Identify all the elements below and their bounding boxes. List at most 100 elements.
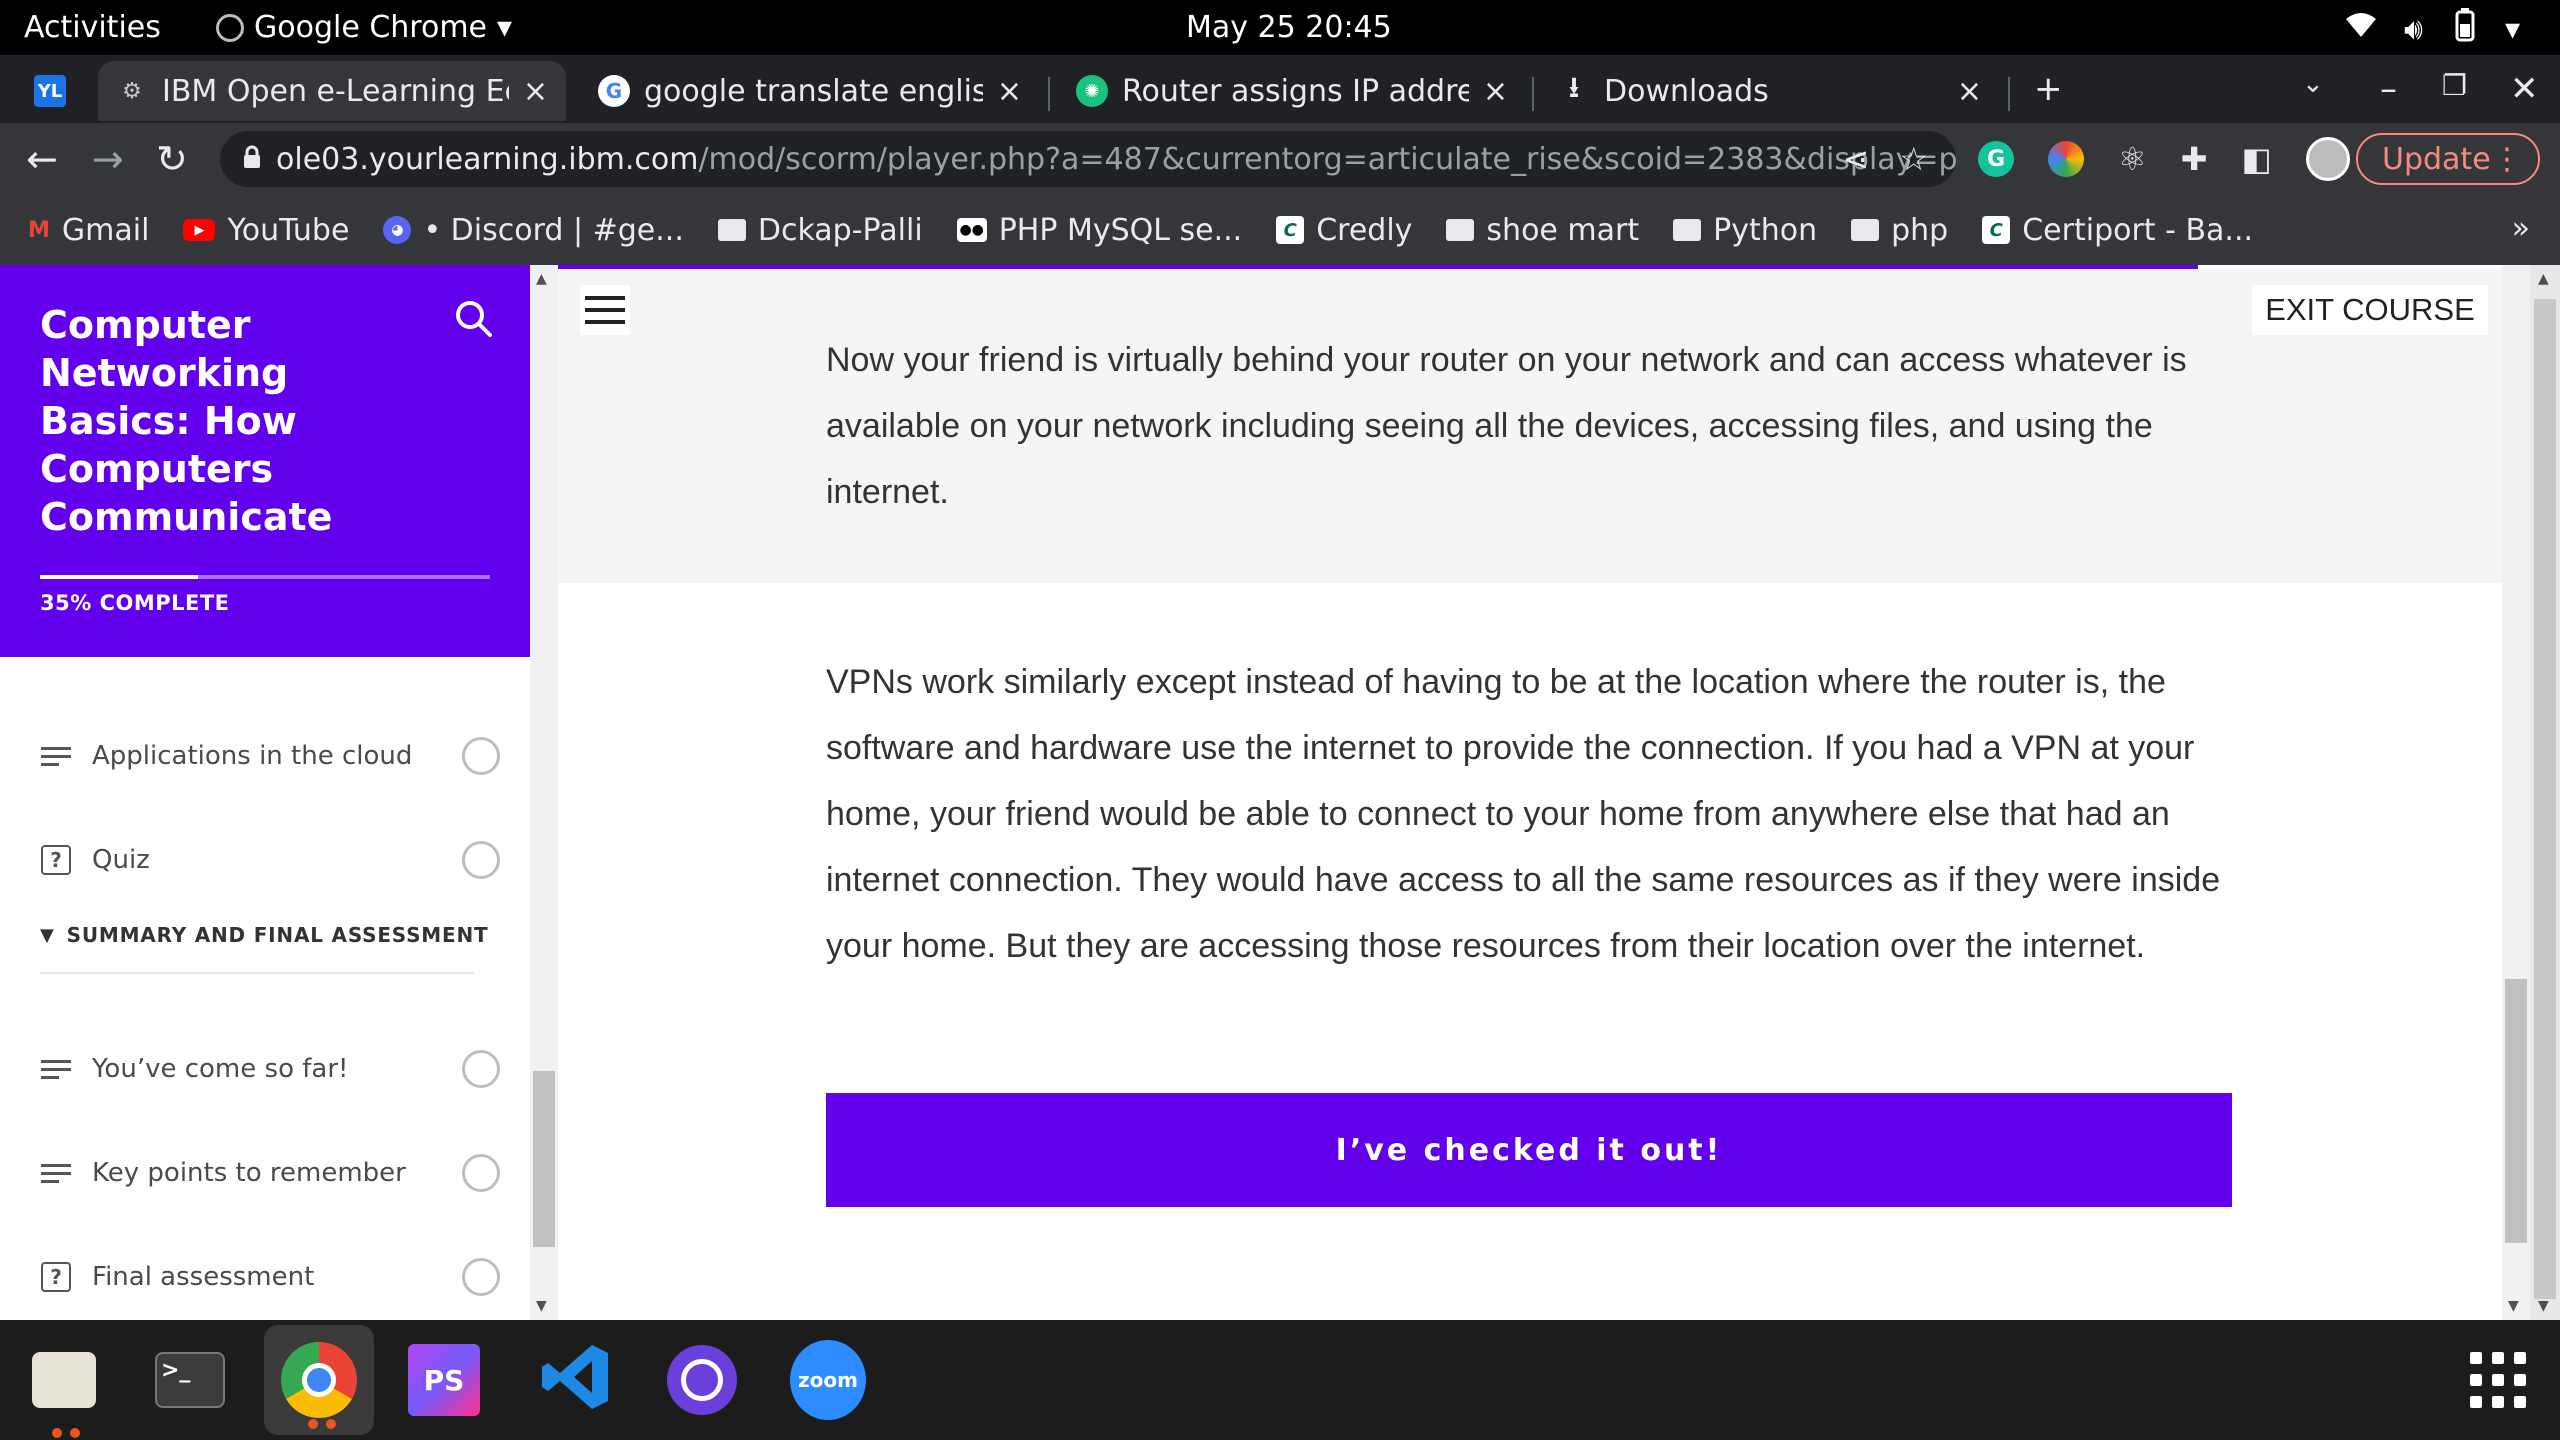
color-picker-extension-icon[interactable] (2048, 141, 2084, 177)
bookmark-discord[interactable]: ◕ • Discord | #ge... (383, 213, 684, 248)
close-icon[interactable]: × (1957, 74, 1982, 109)
lesson-status-circle (462, 1154, 500, 1192)
folder-icon (717, 219, 746, 241)
lesson-paragraph: VPNs work similarly except instead of ha… (826, 663, 2221, 965)
grammarly-icon[interactable]: G (1978, 141, 2014, 177)
share-icon[interactable]: ⋖ (1843, 140, 1870, 178)
scroll-down-arrow-icon[interactable]: ▼ (536, 1298, 547, 1314)
restore-button[interactable]: ❐ (2442, 69, 2467, 102)
phpstorm-icon: PS (408, 1344, 480, 1416)
close-icon[interactable]: × (523, 74, 548, 109)
search-icon[interactable] (452, 297, 496, 341)
close-icon[interactable]: × (997, 74, 1022, 109)
continue-button[interactable]: I’ve checked it out! (826, 1093, 2232, 1207)
lesson-label: Applications in the cloud (92, 741, 413, 771)
openai-icon: ✺ (1076, 75, 1108, 107)
update-button[interactable]: Update ⋮ (2356, 133, 2540, 185)
lesson-applications-in-the-cloud[interactable]: Applications in the cloud (40, 731, 500, 781)
clock[interactable]: May 25 20:45 (1186, 10, 1392, 45)
side-panel-icon[interactable]: ◧ (2242, 140, 2272, 178)
system-tray[interactable]: 🔊︎ ▾ (2344, 8, 2520, 50)
scroll-up-arrow-icon[interactable]: ▲ (2538, 271, 2549, 287)
chevron-down-icon: ▾ (497, 10, 513, 45)
bookmark-shoe-mart[interactable]: shoe mart (1446, 213, 1639, 248)
tab-title: Router assigns IP address (1122, 73, 1469, 109)
lesson-scrollbar[interactable]: ▼ (2502, 265, 2530, 1320)
bookmarks-overflow-button[interactable]: » (2512, 211, 2530, 246)
tab-ibm-elearning[interactable]: ⚙ IBM Open e-Learning Eco × (98, 61, 566, 121)
bookmark-python[interactable]: Python (1673, 213, 1817, 248)
bookmark-dckap-palli[interactable]: Dckap-Palli (717, 213, 923, 248)
dock-screen-recorder[interactable] (664, 1342, 740, 1418)
google-icon: G (598, 75, 630, 107)
reload-button[interactable]: ↻ (156, 137, 188, 181)
page-scrollbar[interactable]: ▲ ▼ (2530, 265, 2560, 1320)
course-progress-label: 35% COMPLETE (40, 591, 230, 615)
dock-chrome[interactable] (264, 1325, 374, 1435)
dock-phpstorm[interactable]: PS (406, 1342, 482, 1418)
close-window-button[interactable]: ✕ (2510, 69, 2539, 109)
quiz-icon: ? (40, 844, 72, 876)
url-path: /mod/scorm/player.php?a=487&currentorg=a… (698, 141, 1956, 177)
page-scroll-thumb[interactable] (2534, 299, 2556, 1299)
section-divider (40, 972, 474, 974)
address-bar[interactable]: ole03.yourlearning.ibm.com /mod/scorm/pl… (220, 131, 1956, 187)
tab-google-translate[interactable]: G google translate english t × (580, 61, 1040, 121)
bookmark-gmail[interactable]: M Gmail (28, 213, 149, 248)
scroll-up-arrow-icon[interactable]: ▲ (536, 271, 547, 287)
lesson-key-points[interactable]: Key points to remember (40, 1148, 500, 1198)
scroll-down-arrow-icon[interactable]: ▼ (2508, 1298, 2519, 1314)
lesson-status-circle (462, 737, 500, 775)
profile-avatar[interactable] (2305, 137, 2350, 181)
close-icon[interactable]: × (1483, 74, 1508, 109)
lesson-scroll-thumb[interactable] (2505, 979, 2527, 1243)
lesson-youve-come-so-far[interactable]: You’ve come so far! (40, 1044, 500, 1094)
lesson-final-assessment[interactable]: ? Final assessment (40, 1252, 500, 1302)
medium-icon: ●● (956, 218, 987, 242)
dock-vscode[interactable] (538, 1342, 614, 1418)
bookmark-label: Credly (1316, 212, 1413, 248)
tab-search-chevron-icon[interactable]: ⌄ (2302, 69, 2324, 99)
back-button[interactable]: ← (26, 137, 58, 181)
extensions-puzzle-icon[interactable]: ✚ (2181, 140, 2208, 178)
forward-button[interactable]: → (92, 137, 124, 181)
bookmark-star-icon[interactable]: ☆ (1899, 140, 1928, 178)
sidebar-scrollbar[interactable]: ▲ ▼ (530, 265, 558, 1320)
bookmark-credly[interactable]: C Credly (1276, 213, 1412, 248)
tab-downloads[interactable]: ⭳ Downloads × (1540, 61, 2000, 121)
exit-course-button[interactable]: EXIT COURSE (2252, 285, 2488, 335)
dock: >_ PS zoom (0, 1320, 2560, 1440)
dock-files[interactable] (26, 1342, 102, 1438)
dock-zoom[interactable]: zoom (790, 1340, 866, 1420)
lesson-quiz[interactable]: ? Quiz (40, 835, 500, 885)
lesson-content: Now your friend is virtually behind your… (558, 265, 2502, 1320)
section-title: SUMMARY AND FINAL ASSESSMENT (66, 923, 489, 947)
quiz-icon: ? (40, 1261, 72, 1293)
text-lines-icon (40, 1157, 72, 1189)
bookmark-php-mysql[interactable]: ●● PHP MySQL se... (956, 213, 1242, 248)
caret-down-icon: ▼ (40, 924, 55, 946)
text-lines-icon (40, 740, 72, 772)
minimize-button[interactable]: – (2380, 69, 2397, 109)
tab-router-ip[interactable]: ✺ Router assigns IP address × (1058, 61, 1526, 121)
hamburger-menu-icon[interactable] (580, 285, 630, 335)
activities-button[interactable]: Activities (24, 10, 161, 45)
bookmark-certiport[interactable]: C Certiport - Ba... (1982, 213, 2253, 248)
system-top-bar: Activities Google Chrome ▾ May 25 20:45 … (0, 0, 2560, 55)
lesson-paragraph: Now your friend is virtually behind your… (826, 341, 2187, 511)
bookmark-youtube[interactable]: ▶ YouTube (183, 213, 349, 248)
discord-icon: ◕ (383, 216, 412, 244)
bookmark-php[interactable]: php (1851, 213, 1948, 248)
app-menu[interactable]: Google Chrome ▾ (216, 10, 512, 45)
dock-terminal[interactable]: >_ (152, 1342, 228, 1418)
lesson-label: Quiz (92, 845, 150, 875)
show-applications-grid-icon[interactable] (2470, 1352, 2526, 1408)
section-summary-toggle[interactable]: ▼ SUMMARY AND FINAL ASSESSMENT (40, 923, 488, 947)
scroll-down-arrow-icon[interactable]: ▼ (2538, 1298, 2549, 1314)
tab-pinned-yl[interactable]: YL (20, 61, 90, 121)
sidebar-scroll-thumb[interactable] (533, 1071, 555, 1247)
react-devtools-icon[interactable]: ⚛ (2118, 140, 2147, 178)
new-tab-button[interactable]: + (2034, 69, 2063, 109)
volume-icon: 🔊︎ (2404, 11, 2423, 47)
app-menu-label: Google Chrome (254, 10, 487, 45)
